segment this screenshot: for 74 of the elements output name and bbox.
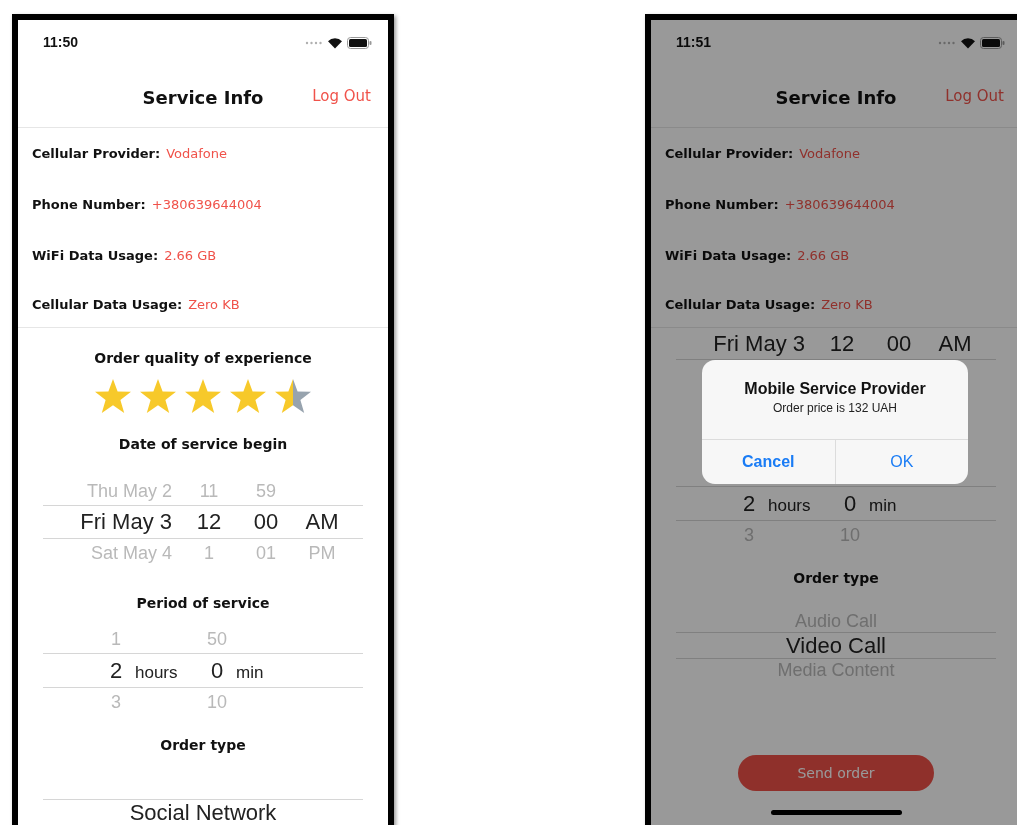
picker-unit: min [236,662,264,682]
info-label: Cellular Data Usage: [32,296,183,312]
picker-value: 1 [110,628,122,650]
picker-value: Sat May 4 [90,542,172,563]
status-time: 11:50 [43,34,79,50]
picker-value: 10 [206,691,228,713]
picker-value: 0 [209,657,225,684]
signal-icon [938,41,956,45]
picker-value: AM [305,509,339,534]
picker-value: Social Network [129,800,277,825]
info-value: Vodafone [799,146,861,161]
picker-value: 1 [204,542,214,563]
section-heading: Order type [159,736,247,755]
alert-title: Mobile Service Provider [744,380,926,398]
section-heading: Order quality of experience [93,349,313,368]
star-icon [229,378,267,414]
picker-value: 12 [196,509,222,534]
wifi-icon [960,37,976,49]
info-label: Phone Number: [32,197,146,212]
picker-value: Fri May 3 [713,330,805,356]
info-value: +380639644004 [151,197,262,212]
picker-unit: hours [135,662,178,682]
picker-value: 2 [741,490,757,517]
battery-icon [347,37,372,49]
picker-wheel[interactable]: Thu May 2 11 59 Fri May 3 12 00 AM Sat May 4 1 01 PM [43,454,363,579]
info-value: +380639644004 [784,197,895,212]
section-heading: Period of service [135,594,271,613]
logout-button[interactable]: Log Out [312,87,371,105]
info-label: Cellular Provider: [665,146,794,161]
picker-value: Video Call [786,633,886,658]
picker-value: 12 [829,330,855,356]
info-label: WiFi Data Usage: [32,248,159,263]
info-value: Zero KB [188,296,240,312]
picker-unit: hours [768,495,811,515]
info-value: 2.66 GB [797,248,850,263]
picker-value: 11 [199,480,219,501]
nav-title: Service Info [775,87,897,108]
picker-value: Fri May 3 [80,509,172,534]
signal-icon [305,41,323,45]
picker-value: 3 [110,691,122,713]
info-label: Cellular Provider: [32,146,161,161]
info-label: Phone Number: [665,197,779,212]
section-heading: Order type [792,569,880,588]
info-value: Vodafone [166,146,228,161]
picker-value: PM [308,542,336,563]
star-icon [274,378,312,414]
picker-value: 2 [108,657,124,684]
ok-button[interactable]: OK [835,440,968,484]
picker-value: AM [938,330,972,356]
picker-value: 00 [886,330,912,356]
picker-wheel[interactable]: 1 50 2 hours 0 min 3 10 [43,613,363,716]
nav-title: Service Info [142,87,264,108]
picker-value: 50 [206,628,228,650]
star-icon [94,378,132,414]
picker-value: 00 [253,509,279,534]
alert-message: Order price is 132 UAH [772,401,897,415]
info-label: Cellular Data Usage: [665,296,816,312]
picker-value: 59 [256,480,276,501]
picker-value: 0 [842,490,858,517]
info-value: 2.66 GB [164,248,217,263]
wifi-icon [327,37,343,49]
status-time: 11:51 [676,34,712,50]
battery-icon [980,37,1005,49]
info-label: WiFi Data Usage: [665,248,792,263]
picker-wheel[interactable]: Social Network [43,755,363,825]
star-icon [184,378,222,414]
picker-value: Thu May 2 [86,480,172,501]
picker-unit: min [869,495,897,515]
info-value: Zero KB [821,296,873,312]
star-icon [139,378,177,414]
picker-value: 01 [256,542,276,563]
cancel-button[interactable]: Cancel [702,440,836,484]
star-rating[interactable] [94,378,312,414]
section-heading: Date of service begin [117,435,289,454]
